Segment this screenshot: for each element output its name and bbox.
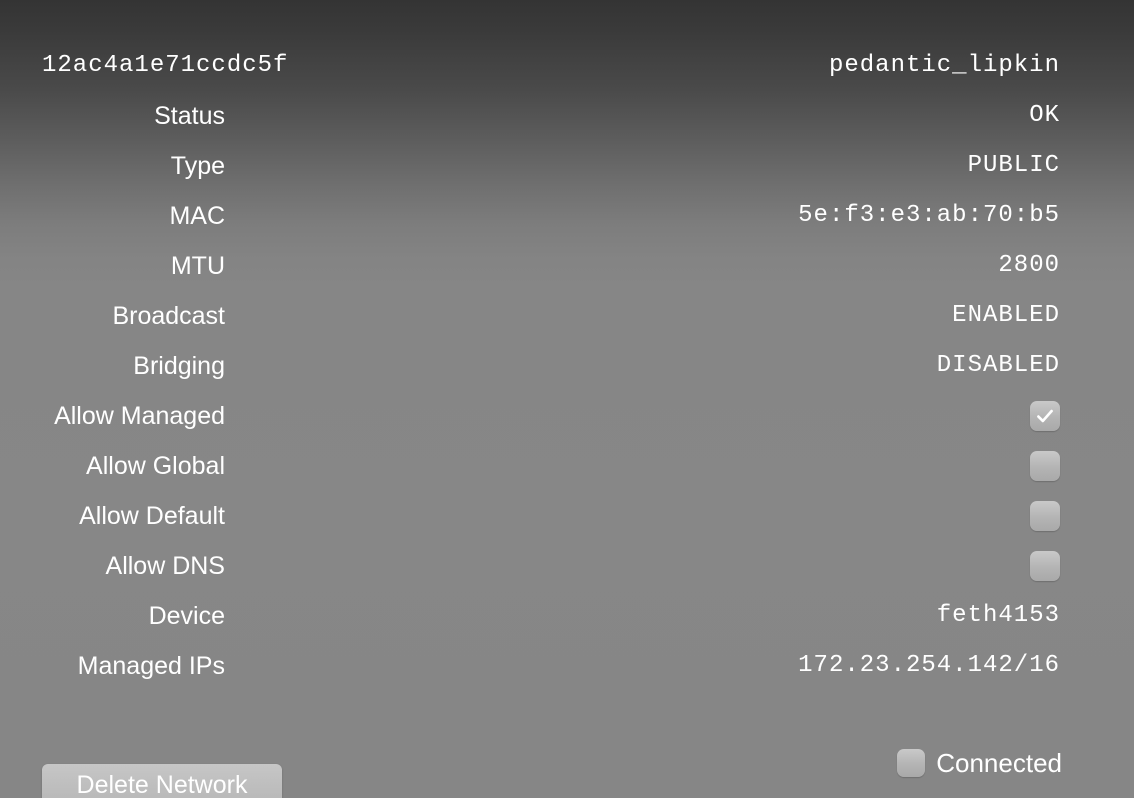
property-value-container: DISABLED <box>225 351 1134 381</box>
property-row: MAC 5e:f3:e3:ab:70:b5 <box>0 191 1134 241</box>
property-label: Allow Global <box>86 452 225 480</box>
connected-status-group: Connected <box>897 748 1062 778</box>
property-row: Allow Global <box>0 441 1134 491</box>
property-value: feth4153 <box>936 602 1060 629</box>
property-row: Device feth4153 <box>0 591 1134 641</box>
property-label: Broadcast <box>112 302 225 330</box>
property-label: Bridging <box>133 352 225 380</box>
property-checkbox[interactable] <box>1030 451 1060 481</box>
property-value-container <box>225 401 1134 431</box>
property-value: 172.23.254.142/16 <box>798 652 1060 679</box>
property-value: DISABLED <box>936 352 1060 379</box>
property-label: MAC <box>169 202 225 230</box>
property-value-container: 2800 <box>225 251 1134 281</box>
network-details-screen: 12ac4a1e71ccdc5f pedantic_lipkin Status OK T… <box>0 0 1134 798</box>
property-row: Allow DNS <box>0 541 1134 591</box>
property-row: MTU 2800 <box>0 241 1134 291</box>
property-row: Broadcast ENABLED <box>0 291 1134 341</box>
property-row: Allow Default <box>0 491 1134 541</box>
property-row: 12ac4a1e71ccdc5f pedantic_lipkin <box>0 41 1134 91</box>
property-label: Status <box>154 102 225 130</box>
property-row: Type PUBLIC <box>0 141 1134 191</box>
property-checkbox[interactable] <box>1030 501 1060 531</box>
property-label: Device <box>148 602 225 630</box>
connected-label: Connected <box>936 748 1062 778</box>
property-value-container <box>225 451 1134 481</box>
property-label: Allow DNS <box>105 552 225 580</box>
property-value: 5e:f3:e3:ab:70:b5 <box>798 202 1060 229</box>
property-label: 12ac4a1e71ccdc5f <box>42 52 289 79</box>
connected-checkbox[interactable] <box>897 749 926 777</box>
property-row: Status OK <box>0 91 1134 141</box>
property-label: Allow Managed <box>54 402 225 430</box>
property-value-container: 172.23.254.142/16 <box>225 651 1134 681</box>
delete-network-button[interactable]: Delete Network <box>42 764 282 798</box>
property-row: Bridging DISABLED <box>0 341 1134 391</box>
property-checkbox[interactable] <box>1030 551 1060 581</box>
property-checkbox[interactable] <box>1030 401 1060 431</box>
property-value-container: feth4153 <box>225 601 1134 631</box>
property-value-container: ENABLED <box>225 301 1134 331</box>
property-value: pedantic_lipkin <box>828 52 1060 79</box>
property-value: ENABLED <box>952 302 1060 329</box>
property-value: OK <box>1029 102 1060 129</box>
property-label: Type <box>170 152 225 180</box>
property-value-container <box>225 501 1134 531</box>
property-value-container: 5e:f3:e3:ab:70:b5 <box>225 201 1134 231</box>
property-value-container: PUBLIC <box>225 151 1134 181</box>
property-value: PUBLIC <box>967 152 1060 179</box>
property-label: Managed IPs <box>77 652 225 680</box>
property-row: Managed IPs 172.23.254.142/16 <box>0 641 1134 691</box>
property-value-container: OK <box>225 101 1134 131</box>
property-row: Allow Managed <box>0 391 1134 441</box>
property-label: Allow Default <box>79 502 225 530</box>
property-value-container: pedantic_lipkin <box>225 51 1134 81</box>
property-value: 2800 <box>998 252 1060 279</box>
property-value-container <box>225 551 1134 581</box>
property-label: MTU <box>170 252 225 280</box>
